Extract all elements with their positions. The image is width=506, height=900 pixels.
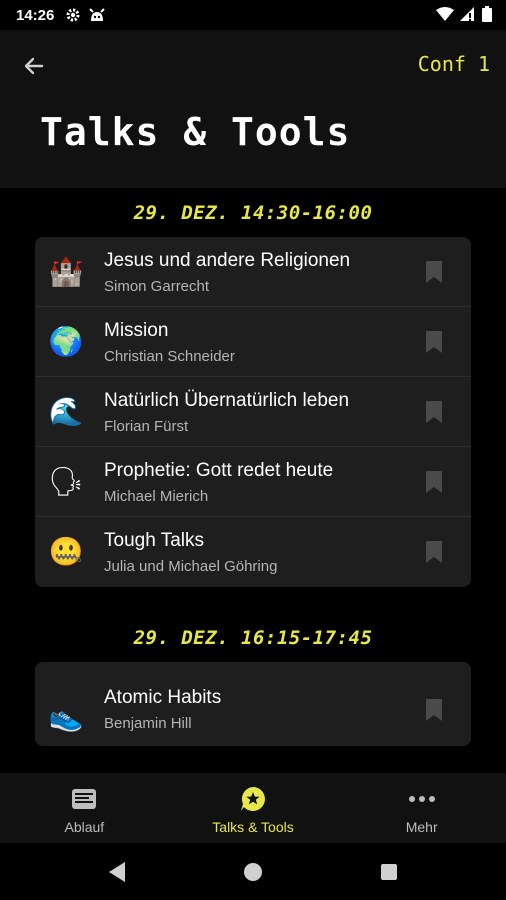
talk-row[interactable]: 🌊 Natürlich Übernatürlich leben Florian … bbox=[35, 377, 471, 447]
nav-mehr[interactable]: Mehr bbox=[337, 773, 506, 843]
chat-star-icon bbox=[239, 785, 267, 813]
system-recents-button[interactable] bbox=[376, 859, 402, 885]
talk-speaker: Michael Mierich bbox=[104, 488, 209, 505]
talk-card: 👟 Atomic Habits Benjamin Hill bbox=[35, 662, 471, 746]
talk-row[interactable]: 🏰 Jesus und andere Religionen Simon Garr… bbox=[35, 237, 471, 307]
talk-title: Atomic Habits bbox=[104, 687, 222, 708]
talk-title: Tough Talks bbox=[104, 530, 204, 551]
conference-selector[interactable]: Conf 1 bbox=[418, 52, 490, 76]
bookmark-icon[interactable] bbox=[425, 540, 443, 564]
status-time: 14:26 bbox=[16, 6, 55, 24]
talk-row[interactable]: 🌍 Mission Christian Schneider bbox=[35, 307, 471, 377]
back-button[interactable] bbox=[18, 50, 50, 82]
bookmark-icon[interactable] bbox=[425, 260, 443, 284]
talk-title: Natürlich Übernatürlich leben bbox=[104, 390, 350, 411]
sneaker-icon: 👟 bbox=[48, 701, 84, 732]
page-title: Talks & Tools bbox=[40, 110, 351, 154]
schedule-icon bbox=[70, 785, 98, 813]
bookmark-icon[interactable] bbox=[425, 698, 443, 722]
triangle-back-icon bbox=[109, 861, 125, 882]
talk-speaker: Christian Schneider bbox=[104, 348, 235, 365]
system-home-button[interactable] bbox=[240, 859, 266, 885]
zipper-mouth-icon: 🤐 bbox=[48, 536, 84, 567]
android-debug-icon bbox=[88, 6, 106, 24]
wave-icon: 🌊 bbox=[48, 396, 84, 427]
talk-card: 🏰 Jesus und andere Religionen Simon Garr… bbox=[35, 237, 471, 587]
talk-row[interactable]: 🗣 Prophetie: Gott redet heute Michael Mi… bbox=[35, 447, 471, 517]
bookmark-icon[interactable] bbox=[425, 400, 443, 424]
system-back-button[interactable] bbox=[104, 859, 130, 885]
talk-speaker: Simon Garrecht bbox=[104, 278, 210, 295]
talk-title: Mission bbox=[104, 320, 169, 341]
nav-label: Talks & Tools bbox=[212, 819, 294, 835]
section-time: 29. DEZ. 16:15-17:45 bbox=[133, 627, 373, 649]
app-header: Conf 1 Talks & Tools bbox=[0, 30, 506, 188]
bottom-navigation: Ablauf Talks & Tools Mehr bbox=[0, 773, 506, 843]
speaking-head-icon: 🗣 bbox=[48, 466, 84, 497]
nav-label: Mehr bbox=[405, 819, 438, 835]
gear-icon bbox=[64, 6, 82, 24]
bookmark-icon[interactable] bbox=[425, 470, 443, 494]
square-recents-icon bbox=[381, 863, 397, 880]
talk-title: Jesus und andere Religionen bbox=[104, 250, 351, 271]
talk-speaker: Julia und Michael Göhring bbox=[104, 558, 278, 575]
talk-row[interactable]: 🤐 Tough Talks Julia und Michael Göhring bbox=[35, 517, 471, 587]
nav-talks-tools[interactable]: Talks & Tools bbox=[169, 773, 338, 843]
signal-icon bbox=[460, 7, 476, 26]
wifi-icon bbox=[436, 7, 454, 26]
system-navigation-bar bbox=[0, 843, 506, 900]
globe-icon: 🌍 bbox=[48, 326, 84, 357]
talk-row[interactable]: 👟 Atomic Habits Benjamin Hill bbox=[35, 662, 471, 746]
talk-title: Prophetie: Gott redet heute bbox=[104, 460, 334, 481]
section-time: 29. DEZ. 14:30-16:00 bbox=[133, 202, 373, 224]
arrow-left-icon bbox=[24, 57, 44, 75]
circle-home-icon bbox=[244, 862, 262, 881]
more-dots-icon bbox=[408, 785, 436, 813]
bookmark-icon[interactable] bbox=[425, 330, 443, 354]
nav-label: Ablauf bbox=[64, 819, 105, 835]
talk-speaker: Florian Fürst bbox=[104, 418, 189, 435]
talk-speaker: Benjamin Hill bbox=[104, 715, 192, 732]
castle-icon: 🏰 bbox=[48, 256, 84, 287]
talk-list[interactable]: 29. DEZ. 14:30-16:00 🏰 Jesus und andere … bbox=[0, 188, 506, 773]
battery-icon bbox=[482, 6, 492, 27]
status-bar: 14:26 bbox=[0, 0, 506, 30]
nav-ablauf[interactable]: Ablauf bbox=[0, 773, 169, 843]
